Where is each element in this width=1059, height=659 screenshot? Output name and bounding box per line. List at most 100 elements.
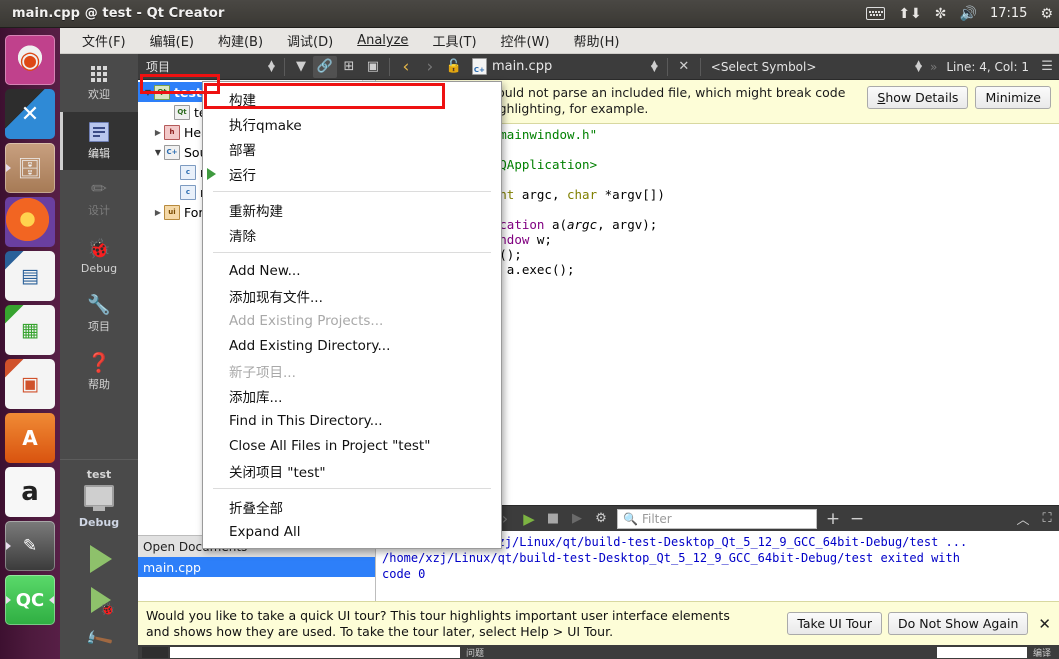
mode-debug[interactable]: 🐞 Debug: [60, 228, 138, 286]
context-menu-label: Add Existing Projects...: [229, 312, 384, 329]
context-menu-item-run-qmake[interactable]: 执行qmake: [203, 111, 501, 136]
debug-icon[interactable]: 🐞: [91, 587, 115, 616]
context-menu-item-deploy[interactable]: 部署: [203, 136, 501, 161]
context-menu-item-rebuild[interactable]: 重新构建: [203, 197, 501, 222]
bluetooth-icon[interactable]: ✼: [935, 7, 947, 21]
filter-icon[interactable]: ▼: [289, 56, 313, 78]
context-menu-separator: [213, 252, 491, 253]
mode-projects[interactable]: 🔧 项目: [60, 286, 138, 344]
sidebar-selector-spinner[interactable]: ▲ ▼: [263, 59, 280, 73]
context-menu-item-close-all-files[interactable]: Close All Files in Project "test": [203, 433, 501, 458]
chevron-left-icon[interactable]: ‹: [394, 56, 418, 78]
kit-selector[interactable]: test Debug 🐞 🔨: [60, 459, 138, 659]
symbol-selector[interactable]: <Select Symbol>: [705, 60, 823, 74]
context-menu-label: Close All Files in Project "test": [229, 437, 431, 454]
menu-tools[interactable]: 工具(T): [428, 29, 480, 52]
locator-input[interactable]: [170, 646, 460, 658]
close-icon[interactable]: ✕: [672, 56, 696, 78]
status-item-problems[interactable]: 问题: [462, 646, 488, 659]
current-file-tab[interactable]: C+ main.cpp: [466, 58, 558, 75]
chevron-down-icon[interactable]: ▼: [152, 148, 164, 157]
launcher-item-libreoffice-writer[interactable]: ▤: [5, 251, 55, 301]
menu-debug[interactable]: 调试(D): [283, 29, 337, 52]
minimize-icon[interactable]: ▣: [361, 56, 385, 78]
run-icon[interactable]: [90, 545, 112, 573]
launcher-item-libreoffice-impress[interactable]: ▣: [5, 359, 55, 409]
mode-edit[interactable]: 编辑: [60, 112, 138, 170]
clock[interactable]: 17:15: [990, 6, 1027, 21]
context-menu-item-find-in-directory[interactable]: Find in This Directory...: [203, 408, 501, 433]
chevron-right-icon[interactable]: ▶: [152, 128, 164, 137]
menu-help[interactable]: 帮助(H): [570, 29, 624, 52]
overflow-icon[interactable]: »: [927, 60, 940, 74]
split-icon[interactable]: ⊞: [337, 56, 361, 78]
context-menu-item-add-library[interactable]: 添加库...: [203, 383, 501, 408]
code-text[interactable]: #include "mainwindow.h" #include <QAppli…: [418, 124, 1059, 505]
keyboard-icon[interactable]: [866, 7, 886, 20]
run-icon[interactable]: ▶: [517, 507, 541, 531]
menu-file-label: 文件(F): [82, 35, 126, 50]
menu-build[interactable]: 构建(B): [214, 29, 267, 52]
context-menu-item-expand-all[interactable]: Expand All: [203, 519, 501, 544]
maximize-icon[interactable]: ⛶: [1035, 507, 1059, 531]
close-icon[interactable]: ✕: [1034, 615, 1055, 633]
context-menu-item-clean[interactable]: 清除: [203, 222, 501, 247]
take-ui-tour-button[interactable]: Take UI Tour: [787, 612, 883, 635]
gear-icon[interactable]: ⚙: [589, 507, 613, 531]
mode-welcome[interactable]: 欢迎: [60, 54, 138, 112]
system-tray: ⬆⬇ ✼ 🔊 17:15 ⚙: [866, 6, 1059, 21]
launcher-item-firefox[interactable]: [5, 197, 55, 247]
launcher-item-vscode[interactable]: ✕: [5, 89, 55, 139]
bug-icon: 🐞: [87, 237, 111, 260]
status-left-box[interactable]: [142, 646, 168, 658]
status-item-compile[interactable]: 编译: [1029, 646, 1055, 659]
mode-help[interactable]: ❓ 帮助: [60, 344, 138, 402]
context-menu-label: 添加现有文件...: [229, 289, 323, 306]
zoom-out-button[interactable]: −: [845, 507, 869, 531]
launcher-item-ubuntu-software[interactable]: A: [5, 413, 55, 463]
context-menu-item-close-project[interactable]: 关闭项目 "test": [203, 458, 501, 483]
menu-widgets[interactable]: 控件(W): [497, 29, 554, 52]
cursor-position[interactable]: Line: 4, Col: 1: [940, 60, 1035, 74]
hammer-icon[interactable]: 🔨: [83, 623, 115, 656]
mode-help-label: 帮助: [88, 378, 110, 391]
link-icon[interactable]: 🔗: [312, 55, 337, 78]
chevron-right-icon[interactable]: ▶: [152, 208, 164, 217]
ui-tour-bar: Would you like to take a quick UI tour? …: [138, 601, 1059, 645]
unlock-icon[interactable]: 🔓: [442, 56, 466, 78]
filter-input[interactable]: 🔍 Filter: [617, 508, 817, 529]
open-document-label: main.cpp: [143, 559, 201, 575]
chevron-right-icon[interactable]: ›: [418, 56, 442, 78]
launcher-item-ubuntu-dash[interactable]: ◉: [5, 35, 55, 85]
network-updown-icon[interactable]: ⬆⬇: [898, 7, 921, 21]
mode-design-label: 设计: [88, 204, 110, 217]
context-menu-item-add-existing-directory[interactable]: Add Existing Directory...: [203, 333, 501, 358]
launcher-item-libreoffice-calc[interactable]: ▦: [5, 305, 55, 355]
do-not-show-again-button[interactable]: Do Not Show Again: [888, 612, 1029, 635]
menu-tools-label: 工具(T): [432, 35, 477, 50]
menu-file[interactable]: 文件(F): [78, 29, 130, 52]
zoom-in-button[interactable]: +: [821, 507, 845, 531]
menu-analyze[interactable]: Analyze: [353, 31, 412, 50]
menu-edit[interactable]: 编辑(E): [146, 29, 198, 52]
stop-icon[interactable]: ■: [541, 507, 565, 531]
minimize-button[interactable]: Minimize: [975, 86, 1051, 109]
context-menu-item-add-existing-files[interactable]: 添加现有文件...: [203, 283, 501, 308]
file-selector-spinner[interactable]: ▲ ▼: [646, 59, 663, 73]
context-menu-item-add-new[interactable]: Add New...: [203, 258, 501, 283]
symbol-spinner[interactable]: ▲ ▼: [910, 59, 927, 73]
system-settings-icon[interactable]: ⚙: [1040, 7, 1053, 21]
project-context-menu[interactable]: 构建 执行qmake 部署 运行 重新构建 清除 Add New... 添加现有…: [202, 81, 502, 549]
chevron-up-icon[interactable]: ︿: [1011, 507, 1035, 531]
show-details-button[interactable]: Show Details: [867, 86, 969, 109]
context-menu-item-collapse-all[interactable]: 折叠全部: [203, 494, 501, 519]
launcher-item-files[interactable]: 🗄: [5, 143, 55, 193]
launcher-item-qt-creator[interactable]: QC: [5, 575, 55, 625]
run-debug-icon[interactable]: ▶: [565, 507, 589, 531]
line-wrap-icon[interactable]: ☰: [1035, 56, 1059, 78]
launcher-item-system-tools[interactable]: ✎: [5, 521, 55, 571]
context-menu-item-run[interactable]: 运行: [203, 161, 501, 186]
launcher-item-amazon[interactable]: a: [5, 467, 55, 517]
open-document-main-cpp[interactable]: main.cpp: [138, 557, 375, 577]
volume-icon[interactable]: 🔊: [960, 7, 977, 21]
